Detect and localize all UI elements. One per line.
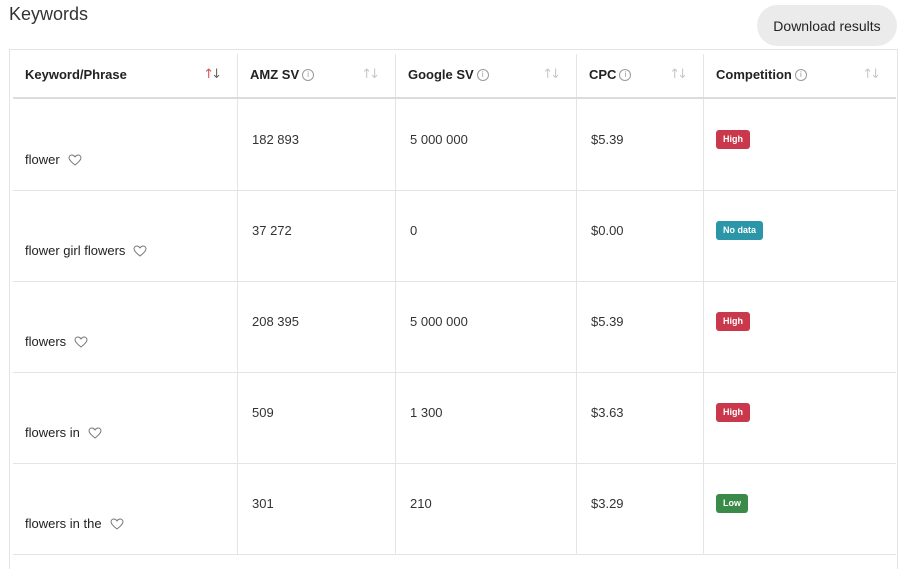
column-label: CPC: [589, 67, 617, 82]
keyword-cell: flower girl flowers: [13, 190, 237, 281]
keywords-table: Keyword/Phrase ↑↓ AMZ SV i ↑↓ Google SV i …: [9, 49, 898, 569]
column-header-google-sv: Google SV i ↑↓: [395, 54, 576, 97]
google-sv-value: 210: [410, 496, 432, 511]
keyword-cell: flowers in the: [13, 463, 237, 554]
competition-badge: High: [716, 130, 750, 149]
column-label: Keyword/Phrase: [25, 67, 127, 82]
keyword-cell: flowers: [13, 281, 237, 372]
sort-arrows-icon[interactable]: ↑↓: [203, 67, 222, 82]
keyword-cell: flowers in: [13, 372, 237, 463]
google-sv-value: 1 300: [410, 405, 443, 420]
heart-outline-icon[interactable]: [74, 335, 88, 348]
table-row: flowers 208 395 5 000 000 $5.39 High: [13, 281, 896, 373]
cpc-value: $3.29: [591, 496, 624, 511]
amz-sv-cell: 37 272: [237, 190, 395, 281]
cpc-cell: $5.39: [576, 281, 703, 372]
info-circle-icon[interactable]: i: [619, 68, 632, 81]
google-sv-value: 0: [410, 223, 418, 238]
cpc-cell: $3.29: [576, 463, 703, 554]
keyword-text[interactable]: flower: [25, 152, 60, 167]
cpc-cell: $3.63: [576, 372, 703, 463]
column-label: AMZ SV: [250, 67, 300, 82]
competition-cell: High: [703, 372, 896, 463]
sort-arrows-icon[interactable]: ↑↓: [669, 67, 688, 82]
amz-sv-value: 208 395: [252, 314, 299, 329]
cpc-cell: $0.00: [576, 190, 703, 281]
info-circle-icon[interactable]: i: [794, 68, 807, 81]
column-label: Competition: [716, 67, 792, 82]
google-sv-value: 5 000 000: [410, 132, 468, 147]
column-header-competition: Competition i ↑↓: [703, 54, 896, 97]
google-sv-value: 5 000 000: [410, 314, 468, 329]
competition-cell: High: [703, 99, 896, 190]
table-row: flower girl flowers 37 272 0 $0.00 No data: [13, 190, 896, 282]
google-sv-cell: 5 000 000: [395, 99, 576, 190]
competition-badge: No data: [716, 221, 764, 240]
google-sv-cell: 0: [395, 190, 576, 281]
competition-cell: No data: [703, 190, 896, 281]
heart-outline-icon[interactable]: [133, 244, 147, 257]
page-title: Keywords: [9, 4, 89, 24]
heart-outline-icon[interactable]: [68, 153, 82, 166]
table-row: flower 182 893 5 000 000 $5.39 High: [13, 99, 896, 191]
column-header-keyword: Keyword/Phrase ↑↓: [13, 54, 237, 97]
competition-cell: High: [703, 281, 896, 372]
competition-badge: Low: [716, 494, 748, 513]
cpc-value: $5.39: [591, 132, 624, 147]
amz-sv-value: 182 893: [252, 132, 299, 147]
table-header: Keyword/Phrase ↑↓ AMZ SV i ↑↓ Google SV i …: [13, 54, 896, 99]
google-sv-cell: 1 300: [395, 372, 576, 463]
competition-badge: High: [716, 312, 750, 331]
cpc-cell: $5.39: [576, 99, 703, 190]
table-row: flowers in 509 1 300 $3.63 High: [13, 372, 896, 464]
download-results-button[interactable]: Download results: [757, 5, 897, 46]
sort-arrows-icon[interactable]: ↑↓: [542, 67, 561, 82]
cpc-value: $5.39: [591, 314, 624, 329]
keyword-text[interactable]: flower girl flowers: [25, 243, 125, 258]
table-row: flowers in the 301 210 $3.29 Low: [13, 463, 896, 555]
amz-sv-value: 37 272: [252, 223, 292, 238]
competition-cell: Low: [703, 463, 896, 554]
amz-sv-value: 509: [252, 405, 274, 420]
competition-badge: High: [716, 403, 750, 422]
keyword-text[interactable]: flowers in the: [25, 516, 102, 531]
column-header-amz-sv: AMZ SV i ↑↓: [237, 54, 395, 97]
cpc-value: $3.63: [591, 405, 624, 420]
column-label: Google SV: [408, 67, 474, 82]
amz-sv-value: 301: [252, 496, 274, 511]
google-sv-cell: 210: [395, 463, 576, 554]
heart-outline-icon[interactable]: [110, 517, 124, 530]
cpc-value: $0.00: [591, 223, 624, 238]
sort-arrows-icon[interactable]: ↑↓: [361, 67, 380, 82]
sort-arrows-icon[interactable]: ↑↓: [862, 67, 881, 82]
amz-sv-cell: 301: [237, 463, 395, 554]
keyword-text[interactable]: flowers in: [25, 425, 80, 440]
google-sv-cell: 5 000 000: [395, 281, 576, 372]
amz-sv-cell: 182 893: [237, 99, 395, 190]
info-circle-icon[interactable]: i: [476, 68, 489, 81]
column-header-cpc: CPC i ↑↓: [576, 54, 703, 97]
keyword-cell: flower: [13, 99, 237, 190]
keyword-text[interactable]: flowers: [25, 334, 66, 349]
amz-sv-cell: 509: [237, 372, 395, 463]
info-circle-icon[interactable]: i: [302, 68, 315, 81]
amz-sv-cell: 208 395: [237, 281, 395, 372]
heart-outline-icon[interactable]: [88, 426, 102, 439]
